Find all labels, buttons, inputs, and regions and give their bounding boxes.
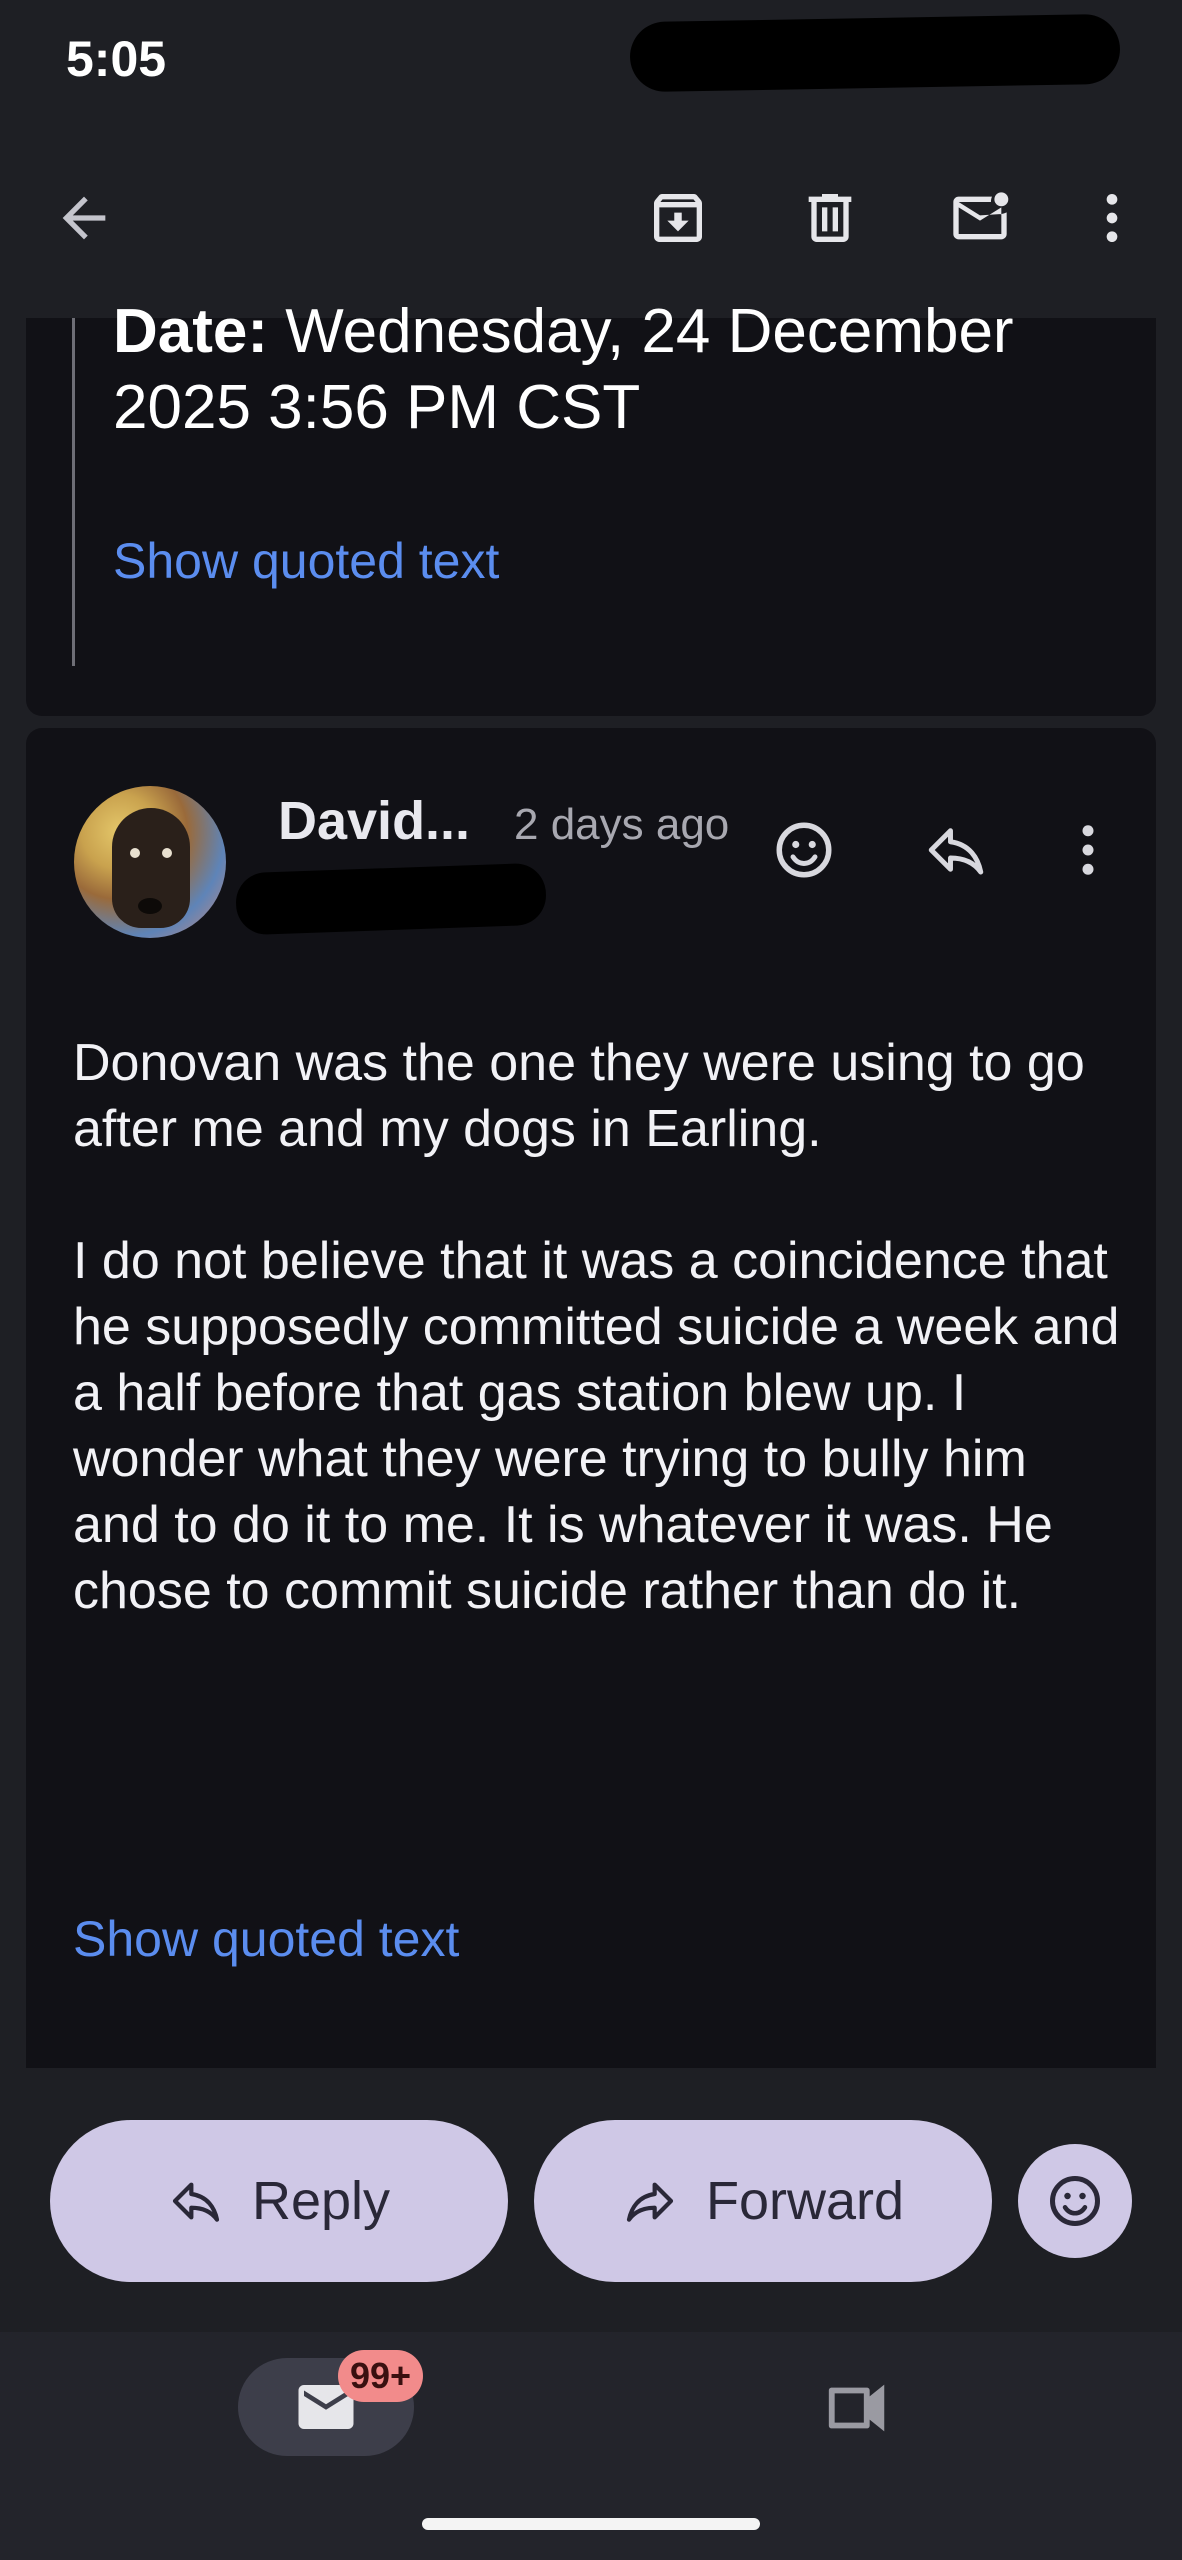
- meet-tab[interactable]: [818, 2368, 898, 2448]
- show-quoted-text-link[interactable]: Show quoted text: [73, 1910, 459, 1968]
- emoji-reaction-button[interactable]: [1018, 2144, 1132, 2258]
- reply-button[interactable]: Reply: [50, 2120, 508, 2282]
- back-button[interactable]: [44, 178, 124, 258]
- avatar-nose: [138, 898, 162, 914]
- forward-icon: [626, 2182, 674, 2222]
- avatar-eye: [130, 848, 140, 858]
- redaction-mark: [629, 13, 1121, 93]
- quote-bar: [72, 318, 75, 666]
- reply-icon-button[interactable]: [916, 810, 996, 890]
- smiley-icon: [1050, 2176, 1100, 2226]
- more-options-button[interactable]: [1072, 178, 1152, 258]
- reply-icon: [172, 2182, 220, 2222]
- quoted-date-line: Date: Wednesday, 24 December: [113, 296, 1014, 367]
- reply-label: Reply: [251, 2171, 391, 2231]
- mark-unread-icon: [953, 192, 1009, 240]
- redaction-mark: [235, 862, 547, 936]
- forward-button[interactable]: Forward: [534, 2120, 992, 2282]
- mark-unread-button[interactable]: [940, 178, 1020, 258]
- archive-icon: [654, 194, 702, 242]
- body-paragraph: Donovan was the one they were using to g…: [73, 1034, 1085, 1158]
- trash-icon: [808, 194, 852, 242]
- status-time: 5:05: [66, 31, 167, 87]
- show-quoted-text-link[interactable]: Show quoted text: [113, 532, 499, 590]
- quoted-date-line-2: 2025 3:56 PM CST: [113, 373, 641, 442]
- message-body: Donovan was the one they were using to g…: [73, 1030, 1123, 1624]
- react-emoji-button[interactable]: [764, 810, 844, 890]
- smiley-icon: [776, 822, 832, 878]
- body-paragraph: I do not believe that it was a coinciden…: [73, 1232, 1120, 1620]
- avatar[interactable]: [74, 786, 226, 938]
- arrow-left-icon: [62, 196, 106, 240]
- delete-button[interactable]: [790, 178, 870, 258]
- avatar-eye: [162, 848, 172, 858]
- status-bar: 5:05: [0, 0, 1182, 120]
- more-vert-icon: [1106, 194, 1118, 242]
- unread-count-badge: 99+: [338, 2350, 424, 2402]
- more-vert-icon: [1082, 825, 1094, 875]
- archive-button[interactable]: [638, 178, 718, 258]
- home-indicator[interactable]: [422, 2518, 760, 2530]
- message-time: 2 days ago: [514, 800, 730, 849]
- reply-icon: [928, 828, 984, 875]
- sender-name[interactable]: David...: [278, 790, 470, 852]
- date-value: Wednesday, 24 December: [268, 297, 1014, 366]
- video-camera-icon: [828, 2384, 885, 2432]
- message-more-button[interactable]: [1048, 810, 1128, 890]
- forward-label: Forward: [705, 2171, 905, 2231]
- date-label: Date:: [113, 297, 269, 366]
